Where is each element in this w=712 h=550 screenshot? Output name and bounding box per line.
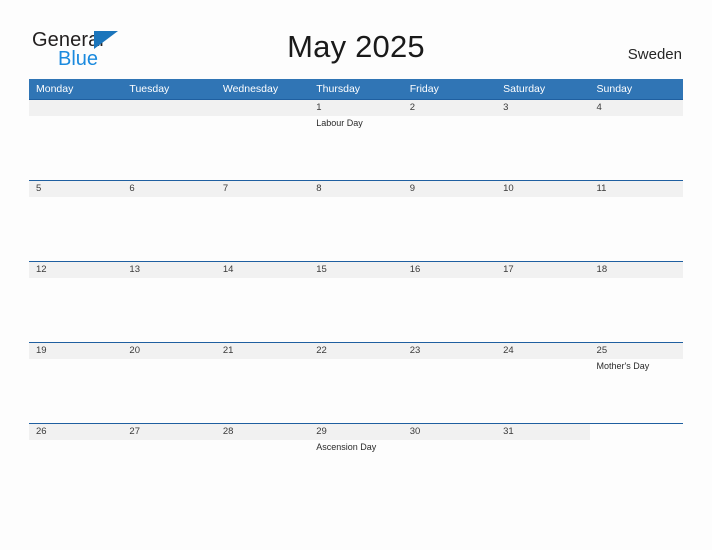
day-cell-7[interactable]: 7 bbox=[216, 181, 309, 261]
day-cell-8[interactable]: 8 bbox=[309, 181, 402, 261]
calendar-week-row: 12 13 14 15 16 17 18 bbox=[29, 261, 683, 342]
day-number: 11 bbox=[596, 183, 607, 194]
day-cell-24[interactable]: 24 bbox=[496, 343, 589, 423]
holiday-event-label: Labour Day bbox=[316, 118, 363, 128]
calendar-week-row: 1 Labour Day 2 3 4 bbox=[29, 99, 683, 180]
day-number: 31 bbox=[503, 426, 514, 437]
day-number bbox=[36, 100, 122, 116]
day-number: 16 bbox=[409, 264, 421, 275]
day-cell-26[interactable]: 26 bbox=[29, 424, 122, 504]
day-cell-1[interactable]: 1 Labour Day bbox=[309, 100, 402, 180]
day-number: 8 bbox=[316, 183, 322, 194]
day-number: 12 bbox=[36, 264, 47, 275]
calendar-table: Monday Tuesday Wednesday Thursday Friday Satu… bbox=[29, 79, 683, 504]
day-number: 7 bbox=[222, 183, 229, 194]
day-number: 23 bbox=[409, 345, 421, 356]
holiday-event-label: Ascension Day bbox=[316, 442, 377, 452]
day-cell-21[interactable]: 21 bbox=[216, 343, 309, 423]
day-number: 13 bbox=[129, 264, 140, 275]
weekday-header-monday: Monday bbox=[36, 83, 74, 95]
day-number: 17 bbox=[503, 264, 514, 275]
day-cell-11[interactable]: 11 bbox=[590, 181, 683, 261]
day-number: 15 bbox=[316, 264, 327, 275]
page-header: General Blue May 2025 Sweden bbox=[0, 0, 712, 79]
day-cell-22[interactable]: 22 bbox=[309, 343, 402, 423]
day-cell-2[interactable]: 2 bbox=[403, 100, 496, 180]
holiday-event-label: Mother's Day bbox=[596, 361, 650, 371]
weekday-header-tuesday: Tuesday bbox=[129, 83, 170, 95]
day-cell-5[interactable]: 5 bbox=[29, 181, 122, 261]
day-cell-4[interactable]: 4 bbox=[590, 100, 683, 180]
day-cell-20[interactable]: 20 bbox=[122, 343, 215, 423]
day-cell-17[interactable]: 17 bbox=[496, 262, 589, 342]
calendar-week-row: 19 20 21 22 23 24 25 Mother's Day bbox=[29, 342, 683, 423]
day-number: 30 bbox=[409, 426, 421, 437]
weekday-header-sunday: Sunday bbox=[596, 83, 633, 95]
day-number: 6 bbox=[129, 183, 135, 194]
day-number: 29 bbox=[316, 426, 327, 437]
day-cell-empty bbox=[590, 424, 683, 504]
day-number: 26 bbox=[36, 426, 47, 437]
day-cell-6[interactable]: 6 bbox=[122, 181, 215, 261]
weekday-header-wednesday: Wednesday bbox=[222, 83, 279, 95]
day-number: 24 bbox=[503, 345, 514, 356]
day-cell-15[interactable]: 15 bbox=[309, 262, 402, 342]
day-cell-29[interactable]: 29 Ascension Day bbox=[309, 424, 402, 504]
day-cell-empty bbox=[216, 100, 309, 180]
page-title: May 2025 bbox=[287, 29, 425, 64]
day-cell-27[interactable]: 27 bbox=[122, 424, 215, 504]
day-number bbox=[597, 424, 683, 440]
day-number: 4 bbox=[596, 102, 602, 113]
weekday-header-friday: Friday bbox=[409, 83, 439, 95]
day-number: 10 bbox=[503, 183, 514, 194]
day-cell-16[interactable]: 16 bbox=[403, 262, 496, 342]
day-number: 28 bbox=[222, 426, 234, 437]
day-number: 3 bbox=[503, 102, 509, 113]
day-cell-12[interactable]: 12 bbox=[29, 262, 122, 342]
day-number: 2 bbox=[409, 102, 415, 113]
day-number: 19 bbox=[36, 345, 47, 356]
day-cell-31[interactable]: 31 bbox=[496, 424, 589, 504]
day-number: 5 bbox=[36, 183, 42, 194]
day-cell-13[interactable]: 13 bbox=[122, 262, 215, 342]
region-label: Sweden bbox=[627, 46, 682, 63]
calendar-week-row: 5 6 7 8 9 10 11 bbox=[29, 180, 683, 261]
day-cell-23[interactable]: 23 bbox=[403, 343, 496, 423]
day-cell-empty bbox=[122, 100, 215, 180]
day-cell-25[interactable]: 25 Mother's Day bbox=[590, 343, 683, 423]
day-cell-14[interactable]: 14 bbox=[216, 262, 309, 342]
calendar-body: 1 Labour Day 2 3 4 5 6 7 8 9 10 11 12 13 14 15 16 17 18 19 2… bbox=[29, 99, 683, 504]
day-number: 1 bbox=[316, 102, 322, 113]
weekday-header-thursday: Thursday bbox=[316, 83, 361, 95]
day-cell-10[interactable]: 10 bbox=[496, 181, 589, 261]
day-number bbox=[223, 100, 309, 116]
day-number: 21 bbox=[222, 345, 234, 356]
day-number: 25 bbox=[596, 345, 608, 356]
calendar-week-row: 26 27 28 29 Ascension Day 30 31 bbox=[29, 423, 683, 504]
day-number: 18 bbox=[596, 264, 608, 275]
day-number: 22 bbox=[316, 345, 327, 356]
day-cell-9[interactable]: 9 bbox=[403, 181, 496, 261]
day-cell-28[interactable]: 28 bbox=[216, 424, 309, 504]
day-cell-19[interactable]: 19 bbox=[29, 343, 122, 423]
weekday-header-row: Monday Tuesday Wednesday Thursday Friday Satu… bbox=[29, 79, 683, 99]
day-cell-30[interactable]: 30 bbox=[403, 424, 496, 504]
day-number: 20 bbox=[129, 345, 140, 356]
day-number: 9 bbox=[409, 183, 415, 194]
day-cell-empty bbox=[29, 100, 122, 180]
weekday-header-saturday: Saturday bbox=[503, 83, 546, 95]
day-number: 14 bbox=[222, 264, 234, 275]
day-cell-3[interactable]: 3 bbox=[496, 100, 589, 180]
day-number: 27 bbox=[129, 426, 140, 437]
day-number bbox=[129, 100, 215, 116]
day-cell-18[interactable]: 18 bbox=[590, 262, 683, 342]
